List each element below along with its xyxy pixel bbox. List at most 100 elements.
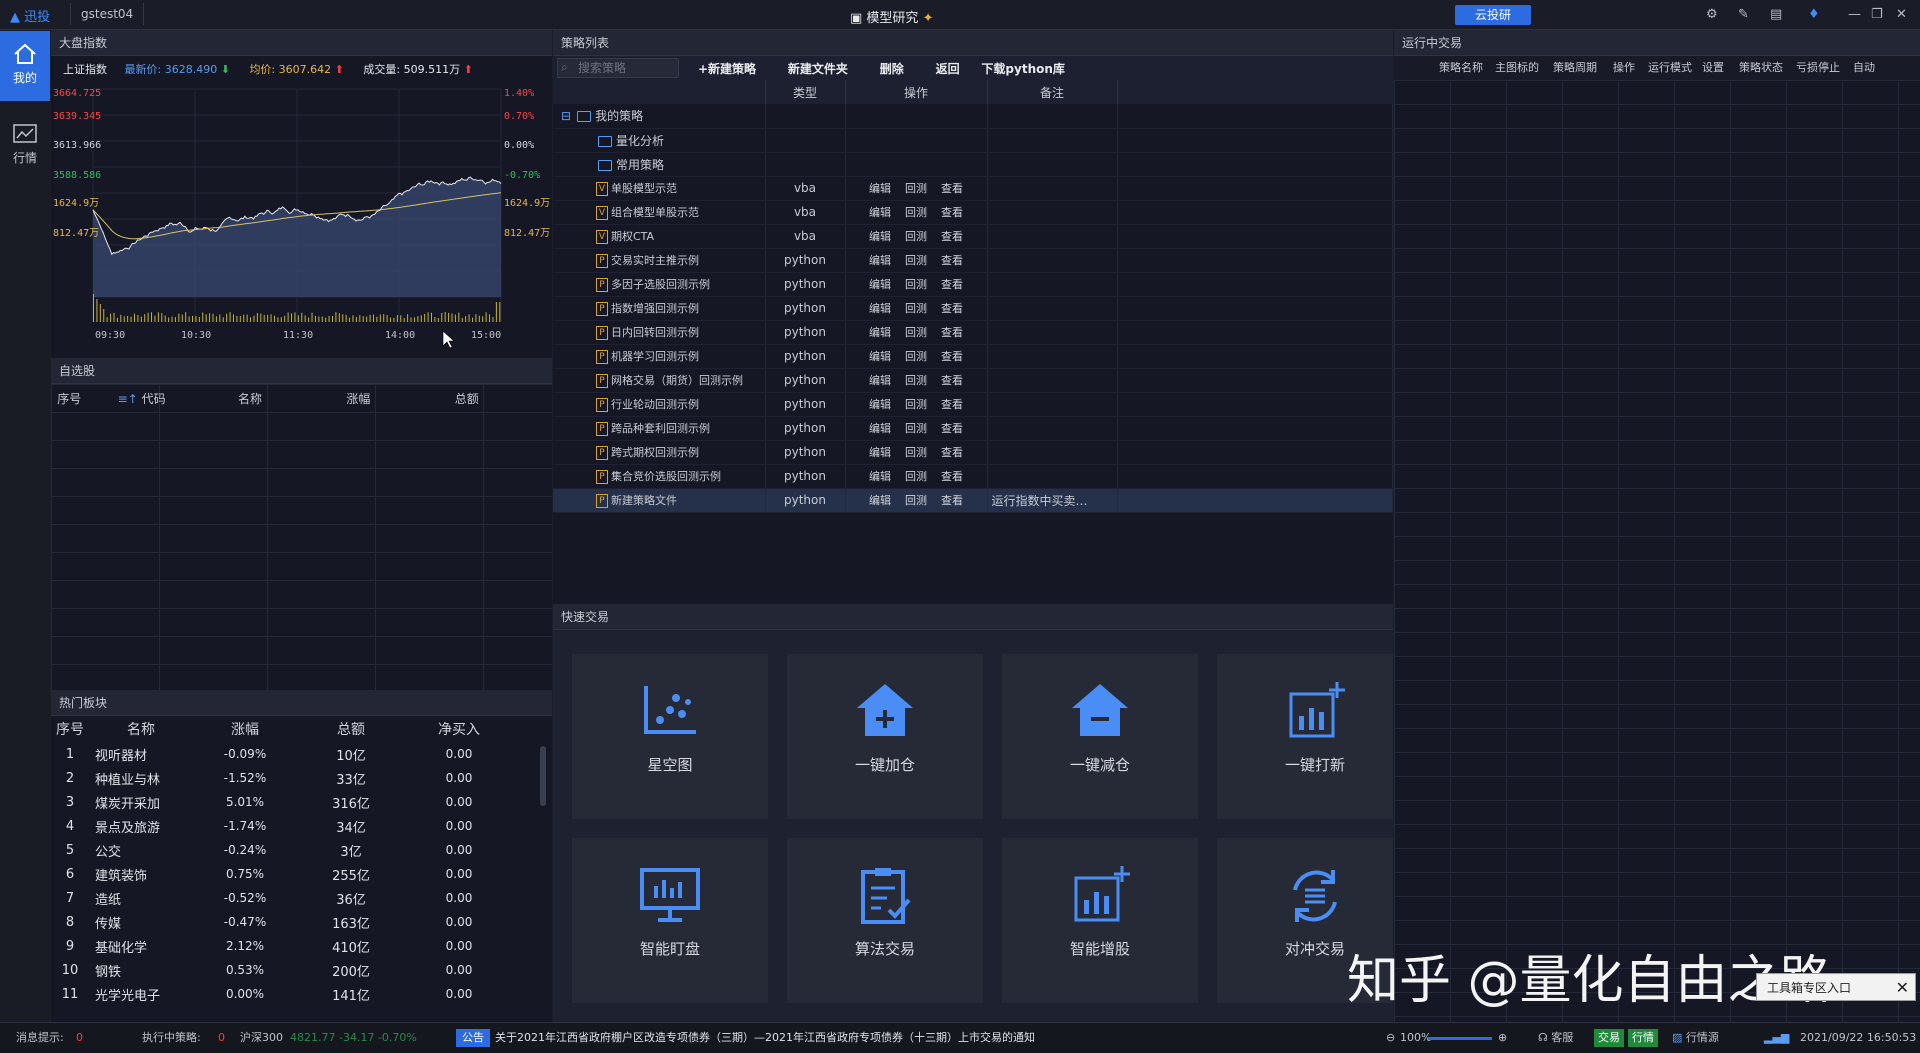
edit-link[interactable]: 编辑 (869, 494, 891, 507)
strategy-row[interactable]: P 新建策略文件 python 编辑 回测 查看 运行指数中买卖… (553, 488, 1393, 513)
collapse-icon[interactable]: ⊟ (561, 109, 571, 123)
backtest-link[interactable]: 回测 (905, 302, 927, 315)
new-folder-button[interactable]: 新建文件夹 (788, 62, 848, 76)
view-link[interactable]: 查看 (941, 326, 963, 339)
nav-mine[interactable]: 我的 (0, 31, 50, 101)
backtest-link[interactable]: 回测 (905, 422, 927, 435)
settings-icon[interactable]: ⚙ (1706, 7, 1718, 22)
strategy-row[interactable]: V 单股模型示范 vba 编辑 回测 查看 (553, 176, 1393, 201)
notice-text[interactable]: 关于2021年江西省政府棚户区改造专项债券（三期）—2021年江西省政府专项债券… (495, 1023, 1035, 1053)
service-link[interactable]: ☊ 客服 (1538, 1023, 1573, 1053)
minimize-icon[interactable]: — (1848, 7, 1861, 22)
hot-sector-row[interactable]: 4 景点及旅游 -1.74% 34亿 0.00 (51, 814, 537, 838)
reduce-position-tile[interactable]: 一键减仓 (1002, 654, 1198, 819)
hot-col-net[interactable]: 净买入 (405, 716, 513, 742)
strategy-col-ops[interactable]: 操作 (845, 80, 988, 104)
view-link[interactable]: 查看 (941, 350, 963, 363)
hot-col-change[interactable]: 涨幅 (193, 716, 297, 742)
backtest-link[interactable]: 回测 (905, 494, 927, 507)
view-link[interactable]: 查看 (941, 230, 963, 243)
strategy-row[interactable]: P 多因子选股回测示例 python 编辑 回测 查看 (553, 272, 1393, 297)
smart-add-stock-tile[interactable]: 智能增股 (1002, 838, 1198, 1003)
strategy-row[interactable]: P 网格交易（期货）回测示例 python 编辑 回测 查看 (553, 368, 1393, 393)
edit-link[interactable]: 编辑 (869, 206, 891, 219)
delete-button[interactable]: 删除 (880, 62, 904, 76)
backtest-link[interactable]: 回测 (905, 446, 927, 459)
edit-icon[interactable]: ✎ (1738, 7, 1749, 22)
strategy-row[interactable]: P 跨式期权回测示例 python 编辑 回测 查看 (553, 440, 1393, 465)
watch-col-change[interactable]: 涨幅 (304, 384, 412, 412)
strategy-row[interactable]: V 组合模型单股示范 vba 编辑 回测 查看 (553, 200, 1393, 225)
backtest-link[interactable]: 回测 (905, 182, 927, 195)
star-map-tile[interactable]: 星空图 (572, 654, 768, 819)
hot-sector-row[interactable]: 5 公交 -0.24% 3亿 0.00 (51, 838, 537, 862)
shirt-icon[interactable]: ♦ (1808, 7, 1820, 22)
running-col-header[interactable]: 运行模式 (1644, 56, 1696, 80)
zoom-slider[interactable] (1428, 1037, 1492, 1040)
running-col-header[interactable]: 策略状态 (1730, 56, 1792, 80)
hot-scrollbar[interactable] (540, 746, 546, 806)
hot-sector-row[interactable]: 10 钢铁 0.53% 200亿 0.00 (51, 958, 537, 982)
running-col-header[interactable]: 亏损停止 (1792, 56, 1844, 80)
folder-row[interactable]: 量化分析 (553, 128, 1393, 153)
toolbox-popup[interactable]: 工具箱专区入口 ✕ (1756, 973, 1916, 1001)
watch-col-no[interactable]: 序号 (51, 384, 87, 412)
view-link[interactable]: 查看 (941, 182, 963, 195)
running-col-header[interactable]: 自动 (1844, 56, 1884, 80)
hot-col-no[interactable]: 序号 (51, 716, 89, 742)
edit-link[interactable]: 编辑 (869, 302, 891, 315)
running-col-header[interactable]: 策略名称 (1434, 56, 1488, 80)
nav-market[interactable]: 行情 (0, 111, 50, 181)
backtest-link[interactable]: 回测 (905, 230, 927, 243)
edit-link[interactable]: 编辑 (869, 182, 891, 195)
strategy-col-note[interactable]: 备注 (987, 80, 1118, 104)
hot-sector-row[interactable]: 2 种植业与林 -1.52% 33亿 0.00 (51, 766, 537, 790)
backtest-link[interactable]: 回测 (905, 254, 927, 267)
backtest-link[interactable]: 回测 (905, 398, 927, 411)
edit-link[interactable]: 编辑 (869, 422, 891, 435)
view-link[interactable]: 查看 (941, 422, 963, 435)
edit-link[interactable]: 编辑 (869, 398, 891, 411)
view-link[interactable]: 查看 (941, 206, 963, 219)
strategy-row[interactable]: P 集合竞价选股回测示例 python 编辑 回测 查看 (553, 464, 1393, 489)
hot-sector-row[interactable]: 6 建筑装饰 0.75% 255亿 0.00 (51, 862, 537, 886)
strategy-search-input[interactable]: 搜索策略 (557, 58, 679, 78)
view-link[interactable]: 查看 (941, 494, 963, 507)
msg-count[interactable]: 0 (76, 1023, 83, 1053)
close-icon[interactable]: ✕ (1896, 7, 1907, 22)
view-link[interactable]: 查看 (941, 374, 963, 387)
view-link[interactable]: 查看 (941, 446, 963, 459)
hot-sector-row[interactable]: 7 造纸 -0.52% 36亿 0.00 (51, 886, 537, 910)
backtest-link[interactable]: 回测 (905, 326, 927, 339)
edit-link[interactable]: 编辑 (869, 374, 891, 387)
running-col-header[interactable]: 策略周期 (1546, 56, 1604, 80)
tree-root-row[interactable]: ⊟ 我的策略 (553, 104, 1393, 129)
hot-col-amount[interactable]: 总额 (297, 716, 405, 742)
strategy-row[interactable]: P 机器学习回测示例 python 编辑 回测 查看 (553, 344, 1393, 369)
hot-sector-row[interactable]: 11 光学光电子 0.00% 141亿 0.00 (51, 982, 537, 1006)
running-count[interactable]: 0 (218, 1023, 225, 1053)
cloud-research-button[interactable]: 云投研 (1455, 5, 1531, 25)
edit-link[interactable]: 编辑 (869, 350, 891, 363)
strategy-row[interactable]: P 交易实时主推示例 python 编辑 回测 查看 (553, 248, 1393, 273)
quote-status[interactable]: 行情 (1628, 1029, 1658, 1047)
edit-link[interactable]: 编辑 (869, 230, 891, 243)
algo-trade-tile[interactable]: 算法交易 (787, 838, 983, 1003)
backtest-link[interactable]: 回测 (905, 278, 927, 291)
edit-link[interactable]: 编辑 (869, 278, 891, 291)
edit-link[interactable]: 编辑 (869, 326, 891, 339)
strategy-row[interactable]: P 日内回转回测示例 python 编辑 回测 查看 (553, 320, 1393, 345)
back-button[interactable]: 返回 (936, 62, 960, 76)
running-col-header[interactable]: 设置 (1696, 56, 1730, 80)
ipo-subscribe-tile[interactable]: 一键打新 (1217, 654, 1393, 819)
watch-col-amount[interactable]: 总额 (413, 384, 521, 412)
strategy-row[interactable]: V 期权CTA vba 编辑 回测 查看 (553, 224, 1393, 249)
watch-col-name[interactable]: 名称 (196, 384, 304, 412)
view-link[interactable]: 查看 (941, 278, 963, 291)
restore-icon[interactable]: ❐ (1871, 7, 1883, 22)
backtest-link[interactable]: 回测 (905, 206, 927, 219)
strategy-col-type[interactable]: 类型 (765, 80, 846, 104)
view-link[interactable]: 查看 (941, 398, 963, 411)
layout-icon[interactable]: ▤ (1770, 7, 1782, 22)
strategy-row[interactable]: P 跨品种套利回测示例 python 编辑 回测 查看 (553, 416, 1393, 441)
